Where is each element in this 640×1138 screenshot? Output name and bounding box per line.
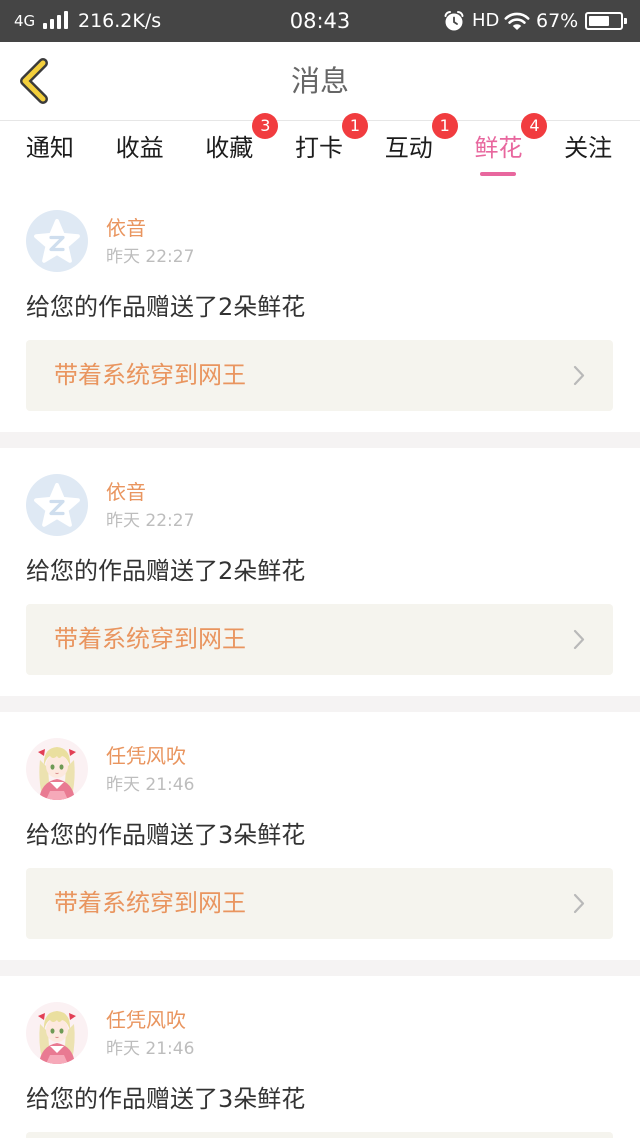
- book-link[interactable]: 带着系统穿到网王: [26, 340, 613, 411]
- tab-label: 关注: [564, 134, 613, 162]
- nav-header: 消息: [0, 42, 640, 121]
- chevron-right-icon: [573, 365, 585, 386]
- page-title: 消息: [290, 64, 349, 98]
- book-title: 带着系统穿到网王: [54, 625, 246, 653]
- book-title: 带着系统穿到网王: [54, 361, 246, 389]
- anime-girl-avatar-icon[interactable]: [26, 1002, 88, 1064]
- tab-interactions[interactable]: 互动 1: [364, 113, 458, 184]
- card-separator: [0, 696, 640, 712]
- network-speed: 216.2K/s: [78, 10, 162, 32]
- message-card: 任凭风吹 昨天 21:46 给您的作品赠送了3朵鲜花 带着系统穿到网王: [0, 712, 640, 960]
- category-tabs: 通知 收益 收藏 3 打卡 1 互动 1 鲜花 4 关注: [0, 113, 640, 184]
- message-text: 给您的作品赠送了3朵鲜花: [26, 821, 306, 849]
- sender-name[interactable]: 任凭风吹: [106, 1007, 186, 1033]
- book-link[interactable]: 带着系统穿到网王: [26, 868, 613, 939]
- message-card: 任凭风吹 昨天 21:46 给您的作品赠送了3朵鲜花: [0, 976, 640, 1138]
- message-text: 给您的作品赠送了2朵鲜花: [26, 293, 306, 321]
- tab-earnings[interactable]: 收益: [95, 121, 185, 184]
- hd-indicator: HD: [472, 10, 500, 31]
- network-type: 4G: [14, 12, 36, 30]
- battery-icon: [585, 12, 627, 30]
- tab-follows[interactable]: 关注: [543, 121, 633, 184]
- message-time: 昨天 21:46: [106, 775, 195, 795]
- status-bar: 4G 216.2K/s 08:43 HD 67%: [0, 0, 640, 42]
- chevron-right-icon: [573, 629, 585, 650]
- book-link[interactable]: [26, 1132, 613, 1138]
- message-card: 依音 昨天 22:27 给您的作品赠送了2朵鲜花 带着系统穿到网王: [0, 448, 640, 696]
- sender-name[interactable]: 依音: [106, 215, 146, 241]
- message-time: 昨天 22:27: [106, 511, 195, 531]
- signal-bar: [64, 11, 68, 29]
- message-list: 依音 昨天 22:27 给您的作品赠送了2朵鲜花 带着系统穿到网王 依音 昨天 …: [0, 184, 640, 1138]
- message-text: 给您的作品赠送了2朵鲜花: [26, 557, 306, 585]
- message-text: 给您的作品赠送了3朵鲜花: [26, 1085, 306, 1113]
- book-link[interactable]: 带着系统穿到网王: [26, 604, 613, 675]
- wifi-icon: [504, 12, 530, 30]
- default-avatar-icon[interactable]: [26, 210, 88, 272]
- battery-level-fill: [589, 16, 610, 26]
- anime-girl-avatar-icon[interactable]: [26, 738, 88, 800]
- tab-label: 通知: [25, 134, 74, 162]
- tab-check-in[interactable]: 打卡 1: [274, 113, 369, 184]
- message-time: 昨天 22:27: [106, 247, 195, 267]
- card-separator: [0, 960, 640, 976]
- tab-notifications[interactable]: 通知: [5, 121, 95, 184]
- active-tab-indicator: [480, 172, 517, 176]
- signal-bar: [57, 15, 61, 29]
- default-avatar-icon[interactable]: [26, 474, 88, 536]
- tab-favorites[interactable]: 收藏 3: [184, 113, 279, 184]
- sender-name[interactable]: 任凭风吹: [106, 743, 186, 769]
- chevron-right-icon: [573, 893, 585, 914]
- message-card: 依音 昨天 22:27 给您的作品赠送了2朵鲜花 带着系统穿到网王: [0, 184, 640, 432]
- book-title: 带着系统穿到网王: [54, 889, 246, 917]
- clock: 08:43: [289, 9, 351, 33]
- tab-flowers[interactable]: 鲜花 4: [454, 113, 548, 184]
- messages-screen: 4G 216.2K/s 08:43 HD 67% 消息 通知 收益 收藏 3 打…: [0, 0, 640, 1138]
- sender-name[interactable]: 依音: [106, 479, 146, 505]
- alarm-clock-icon: [444, 10, 464, 31]
- signal-bar: [50, 19, 54, 29]
- signal-bar: [43, 23, 47, 29]
- tab-label: 收益: [115, 134, 164, 162]
- battery-percentage: 67%: [536, 10, 579, 32]
- message-time: 昨天 21:46: [106, 1039, 195, 1059]
- signal-icon: [43, 11, 68, 29]
- card-separator: [0, 432, 640, 448]
